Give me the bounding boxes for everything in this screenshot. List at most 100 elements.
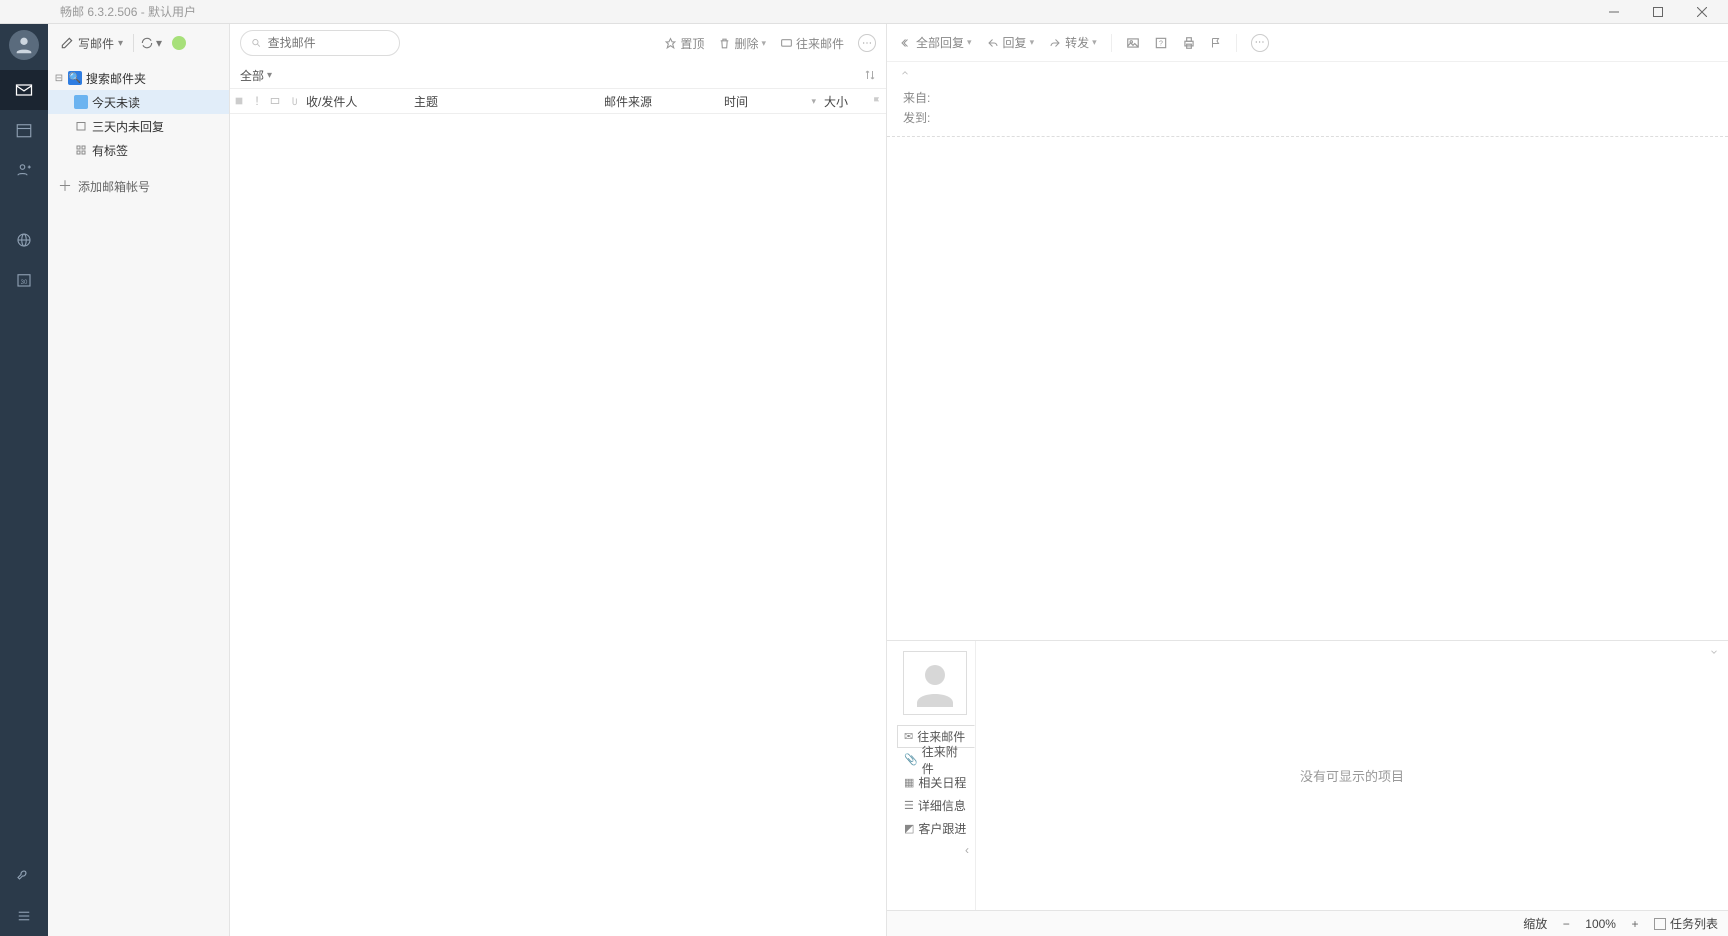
filter-all-button[interactable]: 全部 ▾ xyxy=(240,67,272,84)
col-source[interactable]: 邮件来源 xyxy=(600,93,720,110)
grid-icon xyxy=(74,143,88,157)
nav-mail[interactable] xyxy=(0,70,48,110)
zoom-out-button[interactable]: − xyxy=(1557,915,1575,933)
flag-button[interactable] xyxy=(1210,36,1222,50)
nav-menu[interactable] xyxy=(0,896,48,936)
nav-contacts[interactable] xyxy=(0,150,48,190)
attachment-icon: 📎 xyxy=(904,753,918,766)
close-button[interactable] xyxy=(1680,0,1724,24)
collapse-headers-button[interactable] xyxy=(887,62,1728,84)
col-priority[interactable]: ! xyxy=(248,94,266,108)
more-button[interactable]: ⋯ xyxy=(858,34,876,52)
col-attach[interactable] xyxy=(284,95,302,107)
sort-button[interactable] xyxy=(864,69,876,81)
status-bar: 缩放 − 100% + 任务列表 xyxy=(887,910,1728,936)
mail-icon: ✉ xyxy=(904,730,913,743)
tree-search-folders[interactable]: ⊟ 🔍 搜索邮件夹 xyxy=(48,66,229,90)
refresh-button[interactable]: ▾ xyxy=(140,36,162,50)
crm-icon: ◩ xyxy=(904,822,914,835)
reading-toolbar: 全部回复▾ 回复▾ 转发▾ ? ⋯ xyxy=(887,24,1728,62)
expand-icon[interactable] xyxy=(1708,647,1720,657)
search-icon xyxy=(251,37,262,49)
reply-all-button[interactable]: 全部回复▾ xyxy=(899,34,972,51)
pin-button[interactable]: 置顶 xyxy=(664,35,704,52)
contact-tab-details[interactable]: ☰详细信息 xyxy=(897,794,975,817)
contact-avatar-icon xyxy=(903,651,967,715)
col-read[interactable] xyxy=(266,96,284,106)
folder-icon xyxy=(74,95,88,109)
contact-tab-attach[interactable]: 📎往来附件 xyxy=(897,748,975,771)
message-headers: 来自: 发到: xyxy=(887,84,1728,137)
chevron-down-icon: ▾ xyxy=(967,37,972,48)
sort-desc-icon: ▾ xyxy=(811,96,816,107)
contact-panel: ✉往来邮件 📎往来附件 ▦相关日程 ☰详细信息 ◩客户跟进 ‹ 没有可显示的项目 xyxy=(887,640,1728,910)
tree-label: 搜索邮件夹 xyxy=(86,70,146,87)
col-flag[interactable] xyxy=(230,96,248,106)
nav-date[interactable]: 30 xyxy=(0,260,48,300)
col-flag2[interactable] xyxy=(868,95,886,107)
title-bar: 畅邮 6.3.2.506 - 默认用户 xyxy=(0,0,1728,24)
folder-tree: ⊟ 🔍 搜索邮件夹 今天未读 三天内未回复 xyxy=(48,62,229,208)
nav-globe[interactable] xyxy=(0,220,48,260)
compose-button[interactable]: 写邮件 ▾ xyxy=(56,33,127,54)
contact-panel-content: 没有可显示的项目 xyxy=(975,641,1728,910)
add-account-button[interactable]: ＋ 添加邮箱帐号 xyxy=(48,168,229,204)
contact-tabs: ✉往来邮件 📎往来附件 ▦相关日程 ☰详细信息 ◩客户跟进 ‹ xyxy=(897,725,975,860)
contact-tab-calendar[interactable]: ▦相关日程 xyxy=(897,771,975,794)
forward-button[interactable]: 转发▾ xyxy=(1048,34,1097,51)
window-controls xyxy=(1592,0,1724,24)
nav-rail: 30 xyxy=(0,24,48,936)
nav-calendar[interactable] xyxy=(0,110,48,150)
tree-label: 三天内未回复 xyxy=(92,118,164,135)
chevron-down-icon: ▾ xyxy=(1092,37,1097,48)
divider xyxy=(133,34,134,52)
help-button[interactable]: ? xyxy=(1154,36,1168,50)
empty-message: 没有可显示的项目 xyxy=(1300,766,1404,785)
tasklist-label: 任务列表 xyxy=(1670,915,1718,932)
search-icon: 🔍 xyxy=(68,71,82,85)
filter-row: 全部 ▾ xyxy=(230,62,886,88)
chevron-down-icon: ▾ xyxy=(156,36,162,50)
minimize-button[interactable] xyxy=(1592,0,1636,24)
conversation-button[interactable]: 往来邮件 xyxy=(780,35,844,52)
nav-tools[interactable] xyxy=(0,856,48,896)
chevron-down-icon: ▾ xyxy=(118,38,123,49)
col-subject[interactable]: 主题 xyxy=(410,93,600,110)
to-label: 发到: xyxy=(903,108,930,128)
delete-button[interactable]: 删除 ▾ xyxy=(718,35,766,52)
col-sender[interactable]: 收/发件人 xyxy=(302,93,410,110)
maximize-button[interactable] xyxy=(1636,0,1680,24)
profile-avatar-icon[interactable] xyxy=(9,30,39,60)
collapse-icon[interactable]: ⊟ xyxy=(54,73,64,84)
print-button[interactable] xyxy=(1182,36,1196,50)
mail-list-body xyxy=(230,114,886,936)
separator xyxy=(1236,34,1237,52)
col-size[interactable]: 大小 xyxy=(820,93,868,110)
separator xyxy=(1111,34,1112,52)
tree-item-tagged[interactable]: 有标签 xyxy=(48,138,229,162)
chevron-down-icon: ▾ xyxy=(1030,37,1035,48)
chevron-down-icon: ▾ xyxy=(267,70,272,81)
calendar-icon: ▦ xyxy=(904,776,914,789)
zoom-in-button[interactable]: + xyxy=(1626,915,1644,933)
tabs-collapse-button[interactable]: ‹ xyxy=(897,840,975,860)
more-button[interactable]: ⋯ xyxy=(1251,34,1269,52)
status-online-icon[interactable] xyxy=(172,36,186,50)
list-actions: 置顶 删除 ▾ 往来邮件 ⋯ xyxy=(664,34,876,52)
compose-label: 写邮件 xyxy=(78,35,114,52)
reply-button[interactable]: 回复▾ xyxy=(986,34,1035,51)
image-button[interactable] xyxy=(1126,36,1140,50)
tree-item-3day-noreply[interactable]: 三天内未回复 xyxy=(48,114,229,138)
mail-list-pane: 置顶 删除 ▾ 往来邮件 ⋯ 全部 ▾ xyxy=(230,24,887,936)
col-time[interactable]: 时间▾ xyxy=(720,93,820,110)
folder-sidebar: 写邮件 ▾ ▾ ⊟ 🔍 搜索邮件夹 今天未读 xyxy=(48,24,230,936)
sidebar-toolbar: 写邮件 ▾ ▾ xyxy=(48,24,229,62)
search-input-wrapper[interactable] xyxy=(240,30,400,56)
search-input[interactable] xyxy=(268,36,389,50)
from-label: 来自: xyxy=(903,88,930,108)
tasklist-toggle[interactable]: 任务列表 xyxy=(1654,915,1718,932)
contact-tab-crm[interactable]: ◩客户跟进 xyxy=(897,817,975,840)
tree-item-today-unread[interactable]: 今天未读 xyxy=(48,90,229,114)
svg-text:?: ? xyxy=(1159,40,1163,47)
chevron-down-icon: ▾ xyxy=(761,38,766,49)
